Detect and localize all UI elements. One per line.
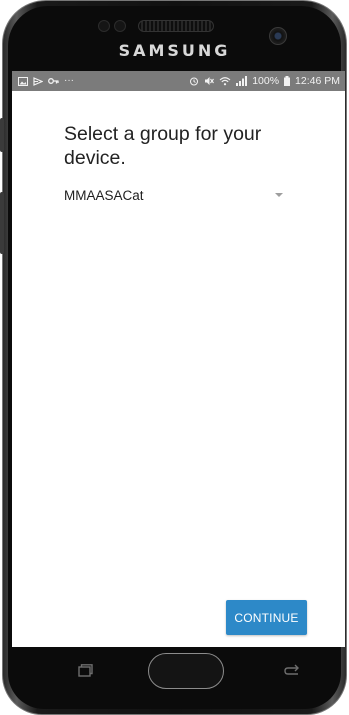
iris-sensor-icon [114,20,126,32]
battery-icon [284,76,291,86]
group-dropdown-value: MMAASACat [64,187,144,203]
status-right: 100% 12:46 PM [189,75,340,87]
group-selection-form: Select a group for your device. MMAASACa… [12,91,345,206]
more-icon: ··· [64,75,74,86]
back-icon[interactable] [282,661,302,681]
signal-icon [236,76,248,86]
mute-icon [205,77,215,85]
status-bar: ··· 100% 12:46 PM [12,71,345,91]
volume-button [0,118,4,152]
hardware-nav-bar [12,647,345,705]
chevron-down-icon [275,193,283,197]
key-icon [48,78,59,84]
screen: ··· 100% 12:46 PM Select a group for you… [12,71,345,647]
battery-percent: 100% [252,75,280,87]
bixby-button [0,192,4,254]
recent-apps-icon[interactable] [75,661,95,681]
status-time: 12:46 PM [295,75,340,87]
continue-button[interactable]: CONTINUE [226,600,307,635]
group-dropdown[interactable]: MMAASACat [64,184,297,206]
proximity-sensor-icon [98,20,110,32]
gallery-icon [18,76,28,86]
phone-frame: SAMSUNG ··· 100% 12:46 PM Select a group… [0,0,347,715]
status-left: ··· [18,76,74,86]
page-title: Select a group for your device. [64,123,262,169]
wifi-icon [219,77,231,86]
brand-logo: SAMSUNG [118,41,231,60]
earpiece-speaker [138,20,214,32]
alarm-icon [190,77,199,86]
home-button[interactable] [148,653,224,689]
cast-icon [33,76,43,86]
